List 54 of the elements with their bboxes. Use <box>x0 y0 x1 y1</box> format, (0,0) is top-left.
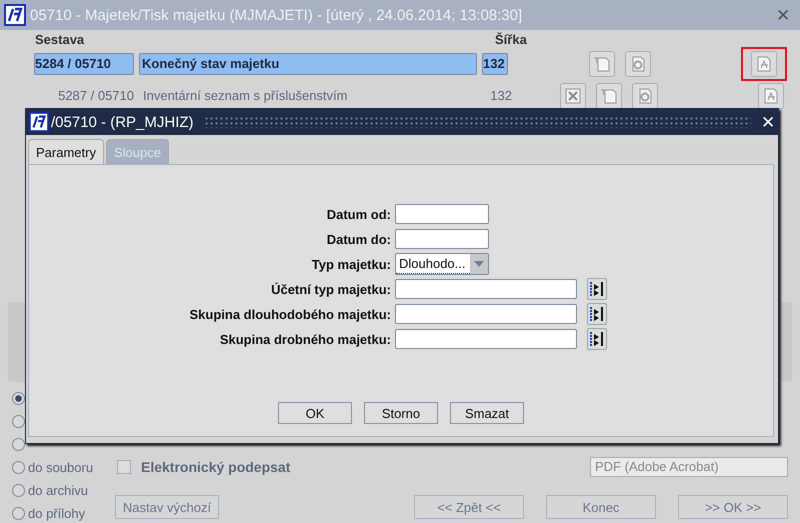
nav-button[interactable]: << Zpět << <box>414 495 524 519</box>
list-picker-icon[interactable] <box>587 303 607 325</box>
report-name[interactable]: Konečný stav majetku <box>139 53 477 75</box>
radio-button[interactable] <box>12 438 25 450</box>
column-header: Sestava <box>35 32 86 48</box>
asset-type-dropdown[interactable]: Dlouhodo... <box>395 253 489 275</box>
field-label: Datum od: <box>326 206 392 222</box>
lookup-field[interactable] <box>395 329 577 349</box>
field-label: Datum do: <box>326 232 392 246</box>
lookup-field[interactable] <box>395 279 577 299</box>
checkbox-label[interactable]: Elektronický podepsat <box>141 459 580 475</box>
radio-button[interactable] <box>12 506 25 520</box>
set-defaults-button[interactable]: Nastav výchozí <box>115 495 219 519</box>
close-button[interactable]: ✕ <box>761 112 775 132</box>
radio-label[interactable]: do archivu <box>28 482 88 498</box>
report-name[interactable]: Inventární seznam s příslušenstvím <box>141 86 481 106</box>
report-code[interactable]: 5284 / 05710 <box>34 53 134 75</box>
column-header: Šířka <box>495 32 527 48</box>
report-width: 132 <box>489 87 513 105</box>
text-file-icon[interactable] <box>596 83 622 109</box>
radio-button[interactable] <box>12 484 25 496</box>
radio-button[interactable] <box>12 392 25 404</box>
list-picker-icon[interactable] <box>587 328 607 350</box>
nav-button[interactable]: Konec <box>546 495 656 519</box>
tab[interactable]: Parametry <box>28 139 104 164</box>
window-title: 05710 - Majetek/Tisk majetku (MJMAJETI) - [úterý , 24.06.2014; 13:08:30] <box>30 6 524 24</box>
radio-label[interactable]: do souboru <box>28 460 94 474</box>
close-button[interactable]: ✕ <box>770 4 796 26</box>
dialog-button[interactable]: OK <box>278 402 352 424</box>
date-field[interactable] <box>395 229 489 249</box>
report-width: 132 <box>482 53 508 75</box>
date-field[interactable] <box>395 204 489 224</box>
pdf-icon[interactable] <box>758 83 784 109</box>
app-logo-icon <box>29 112 49 132</box>
dialog-title: /05710 - (RP_MJHIZ) <box>51 114 194 130</box>
report-code[interactable]: 5287 / 05710 <box>34 86 136 106</box>
dialog-button[interactable]: Smazat <box>450 402 524 424</box>
radio-button[interactable] <box>12 460 25 474</box>
app-logo-icon <box>4 4 26 26</box>
nav-button[interactable]: >> OK >> <box>678 495 788 519</box>
dialog-button[interactable]: Storno <box>364 402 438 424</box>
field-label: Typ majetku: <box>310 256 392 272</box>
lookup-field[interactable] <box>395 304 577 324</box>
field-label: Účetní typ majetku: <box>270 282 392 296</box>
radio-label[interactable]: do přílohy <box>28 506 86 520</box>
browser-icon[interactable] <box>632 83 658 109</box>
field-label: Skupina dlouhodobého majetku: <box>188 306 392 322</box>
spreadsheet-icon[interactable] <box>560 83 586 109</box>
format-dropdown[interactable]: PDF (Adobe Acrobat) <box>590 457 788 477</box>
field-label: Skupina drobného majetku: <box>218 332 392 346</box>
radio-button[interactable] <box>12 414 25 428</box>
checkbox[interactable] <box>117 460 131 474</box>
dropdown-arrow-icon[interactable] <box>474 261 484 267</box>
list-picker-icon[interactable] <box>587 278 607 300</box>
